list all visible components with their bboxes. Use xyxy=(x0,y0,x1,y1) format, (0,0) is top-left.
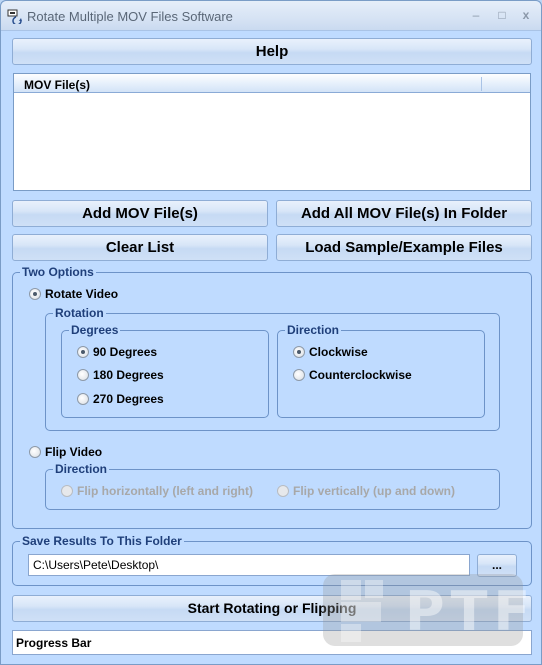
radio-checked-icon xyxy=(293,346,305,358)
close-button[interactable]: x xyxy=(515,7,537,23)
column-header-mov-files[interactable]: MOV File(s) xyxy=(24,78,90,92)
rotation-label: Rotation xyxy=(53,306,106,320)
radio-checked-icon xyxy=(29,288,41,300)
counterclockwise-radio[interactable]: Counterclockwise xyxy=(293,368,412,382)
flip-video-label: Flip Video xyxy=(45,445,103,459)
output-folder-value: C:\Users\Pete\Desktop\ xyxy=(33,558,159,572)
flip-vertical-radio[interactable]: Flip vertically (up and down) xyxy=(277,484,455,498)
load-sample-button[interactable]: Load Sample/Example Files xyxy=(276,234,532,261)
save-results-label: Save Results To This Folder xyxy=(20,534,184,548)
browse-label: ... xyxy=(491,558,502,572)
two-options-group: Two Options Rotate Video Rotation Degree… xyxy=(12,265,532,529)
minimize-button[interactable]: – xyxy=(465,7,487,23)
progress-bar-label: Progress Bar xyxy=(16,636,92,650)
radio-unchecked-icon xyxy=(77,393,89,405)
load-sample-label: Load Sample/Example Files xyxy=(305,239,503,256)
watermark-logo-block xyxy=(341,602,381,622)
degrees-group: Degrees 90 Degrees 180 Degrees 270 Degre… xyxy=(61,323,269,418)
degrees-90-label: 90 Degrees xyxy=(93,345,158,359)
clockwise-label: Clockwise xyxy=(309,345,368,359)
degrees-180-radio[interactable]: 180 Degrees xyxy=(77,368,164,382)
file-list[interactable]: MOV File(s) xyxy=(13,73,531,191)
counterclockwise-label: Counterclockwise xyxy=(309,368,412,382)
rotation-direction-group: Direction Clockwise Counterclockwise xyxy=(277,323,485,418)
two-options-label: Two Options xyxy=(20,265,96,279)
output-folder-input[interactable]: C:\Users\Pete\Desktop\ xyxy=(28,554,470,576)
title-bar: Rotate Multiple MOV Files Software – □ x xyxy=(1,1,541,31)
rotate-app-icon xyxy=(7,9,22,24)
window-title: Rotate Multiple MOV Files Software xyxy=(27,9,233,24)
radio-disabled-icon xyxy=(61,485,73,497)
column-separator[interactable] xyxy=(481,77,482,91)
flip-horizontal-label: Flip horizontally (left and right) xyxy=(77,484,253,498)
degrees-label: Degrees xyxy=(69,323,121,337)
watermark-logo-block xyxy=(341,624,361,642)
add-folder-label: Add All MOV File(s) In Folder xyxy=(300,205,508,222)
degrees-180-label: 180 Degrees xyxy=(93,368,164,382)
flip-direction-group: Direction Flip horizontally (left and ri… xyxy=(45,462,500,510)
radio-unchecked-icon xyxy=(77,369,89,381)
radio-checked-icon xyxy=(77,346,89,358)
file-list-header: MOV File(s) xyxy=(14,74,530,93)
degrees-90-radio[interactable]: 90 Degrees xyxy=(77,345,157,359)
help-button[interactable]: Help xyxy=(12,38,532,65)
add-files-button[interactable]: Add MOV File(s) xyxy=(12,200,268,227)
rotate-video-label: Rotate Video xyxy=(45,287,119,301)
flip-video-radio[interactable]: Flip Video xyxy=(29,445,102,459)
client-area: Help MOV File(s) Add MOV File(s) Add All… xyxy=(5,32,537,662)
help-button-label: Help xyxy=(255,43,289,60)
clockwise-radio[interactable]: Clockwise xyxy=(293,345,368,359)
maximize-button[interactable]: □ xyxy=(491,7,513,23)
rotation-group: Rotation Degrees 90 Degrees 180 Degrees … xyxy=(45,306,500,431)
radio-disabled-icon xyxy=(277,485,289,497)
add-folder-button[interactable]: Add All MOV File(s) In Folder xyxy=(276,200,532,227)
radio-unchecked-icon xyxy=(29,446,41,458)
degrees-270-radio[interactable]: 270 Degrees xyxy=(77,392,164,406)
flip-horizontal-radio[interactable]: Flip horizontally (left and right) xyxy=(61,484,253,498)
add-files-label: Add MOV File(s) xyxy=(82,205,198,222)
rotation-direction-label: Direction xyxy=(285,323,342,337)
watermark-text: PTF xyxy=(405,580,537,643)
degrees-270-label: 270 Degrees xyxy=(93,392,164,406)
clear-list-label: Clear List xyxy=(105,239,175,256)
radio-unchecked-icon xyxy=(293,369,305,381)
flip-direction-label: Direction xyxy=(53,462,110,476)
ptf-watermark: PTF xyxy=(323,574,530,646)
watermark-logo-block xyxy=(365,580,383,598)
app-window: Rotate Multiple MOV Files Software – □ x… xyxy=(0,0,542,665)
clear-list-button[interactable]: Clear List xyxy=(12,234,268,261)
watermark-logo-block xyxy=(341,580,361,600)
flip-vertical-label: Flip vertically (up and down) xyxy=(293,484,456,498)
rotate-video-radio[interactable]: Rotate Video xyxy=(29,287,118,301)
